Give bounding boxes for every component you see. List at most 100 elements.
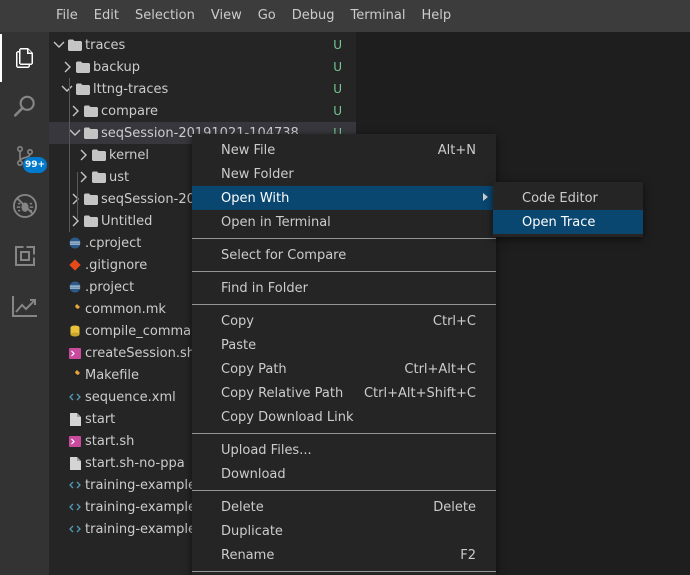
xml-code-icon bbox=[67, 474, 83, 496]
menu-item-label: Paste bbox=[221, 337, 257, 353]
menu-item-shortcut: Ctrl+C bbox=[432, 313, 476, 329]
menu-item-download[interactable]: Download bbox=[192, 462, 496, 486]
menu-item-label: Open Trace bbox=[522, 214, 596, 230]
menu-item-label: Upload Files... bbox=[221, 442, 312, 458]
menu-debug[interactable]: Debug bbox=[284, 0, 343, 32]
menu-separator bbox=[192, 271, 496, 272]
tree-item-label: start bbox=[85, 411, 116, 427]
menu-item-new-file[interactable]: New File Alt+N bbox=[192, 138, 496, 162]
indent-guide bbox=[77, 172, 78, 220]
debug-button[interactable] bbox=[0, 182, 49, 230]
chevron-right-icon[interactable] bbox=[59, 56, 75, 78]
menu-item-paste[interactable]: Paste bbox=[192, 333, 496, 357]
menu-item-rename[interactable]: Rename F2 bbox=[192, 543, 496, 567]
extensions-button[interactable] bbox=[0, 232, 49, 280]
context-menu: New File Alt+N New Folder Open With Open in … bbox=[192, 134, 496, 575]
menu-item-copy-relative-path[interactable]: Copy Relative Path Ctrl+Alt+Shift+C bbox=[192, 381, 496, 405]
folder-icon bbox=[83, 122, 99, 144]
tree-folder-compare[interactable]: compare U bbox=[49, 100, 356, 122]
submenu-item-open-trace[interactable]: Open Trace bbox=[493, 210, 643, 234]
tree-item-label: common.mk bbox=[85, 301, 166, 317]
chart-icon bbox=[11, 296, 37, 317]
folder-icon bbox=[83, 188, 99, 210]
tree-item-label: .project bbox=[85, 279, 135, 295]
tree-item-label: ust bbox=[109, 169, 130, 185]
menu-item-copy-path[interactable]: Copy Path Ctrl+Alt+C bbox=[192, 357, 496, 381]
menu-item-upload-files[interactable]: Upload Files... bbox=[192, 438, 496, 462]
menu-item-select-for-compare[interactable]: Select for Compare bbox=[192, 243, 496, 267]
menu-item-label: Copy Relative Path bbox=[221, 385, 344, 401]
search-icon bbox=[13, 95, 35, 117]
makefile-icon bbox=[67, 298, 83, 320]
menu-item-label: Code Editor bbox=[522, 190, 598, 206]
source-control-button[interactable]: 99+ bbox=[0, 132, 49, 180]
folder-icon bbox=[67, 34, 83, 56]
menu-item-label: Select for Compare bbox=[221, 247, 347, 263]
git-status-untracked: U bbox=[333, 60, 342, 74]
tree-item-label: kernel bbox=[109, 147, 150, 163]
menu-item-label: Rename bbox=[221, 547, 275, 563]
folder-icon bbox=[83, 210, 99, 232]
menu-item-copy-download-link[interactable]: Copy Download Link bbox=[192, 405, 496, 429]
chevron-down-icon[interactable] bbox=[51, 34, 67, 56]
search-button[interactable] bbox=[0, 82, 49, 130]
tree-item-label: Makefile bbox=[85, 367, 140, 383]
explorer-button[interactable] bbox=[0, 34, 49, 82]
menu-item-find-in-folder[interactable]: Find in Folder bbox=[192, 276, 496, 300]
tree-item-label: .gitignore bbox=[85, 257, 148, 273]
menu-go[interactable]: Go bbox=[250, 0, 284, 32]
menu-item-open-in-terminal[interactable]: Open in Terminal bbox=[192, 210, 496, 234]
folder-icon bbox=[83, 100, 99, 122]
menu-separator bbox=[192, 304, 496, 305]
tree-item-label: compare bbox=[101, 103, 159, 119]
xml-code-icon bbox=[67, 386, 83, 408]
menu-item-label: Duplicate bbox=[221, 523, 283, 539]
submenu-arrow-icon bbox=[483, 193, 488, 201]
tree-item-label: compile_command bbox=[85, 323, 208, 339]
shell-script-icon bbox=[67, 430, 83, 452]
tree-item-label: training-example-p bbox=[85, 499, 209, 515]
menu-file[interactable]: File bbox=[48, 0, 86, 32]
menu-view[interactable]: View bbox=[203, 0, 250, 32]
extensions-icon bbox=[14, 245, 35, 266]
menu-item-duplicate[interactable]: Duplicate bbox=[192, 519, 496, 543]
menu-item-label: Copy Download Link bbox=[221, 409, 354, 425]
tree-folder-backup[interactable]: backup U bbox=[49, 56, 356, 78]
menu-item-shortcut: Alt+N bbox=[437, 142, 476, 158]
menu-terminal[interactable]: Terminal bbox=[343, 0, 414, 32]
folder-icon bbox=[91, 144, 107, 166]
trace-viewer-button[interactable] bbox=[0, 282, 49, 330]
open-with-submenu: Code Editor Open Trace bbox=[493, 182, 643, 237]
indent-guide bbox=[69, 78, 70, 232]
chevron-right-icon[interactable] bbox=[75, 144, 91, 166]
menu-help[interactable]: Help bbox=[413, 0, 459, 32]
tree-item-label: start.sh bbox=[85, 433, 135, 449]
git-icon bbox=[67, 254, 83, 276]
menu-item-delete[interactable]: Delete Delete bbox=[192, 495, 496, 519]
menu-item-label: Delete bbox=[221, 499, 264, 515]
tree-folder-traces[interactable]: traces U bbox=[49, 34, 356, 56]
tree-item-label: createSession.sh bbox=[85, 345, 196, 361]
file-icon bbox=[67, 408, 83, 430]
tree-folder-lttng-traces[interactable]: lttng-traces U bbox=[49, 78, 356, 100]
chevron-down-icon[interactable] bbox=[59, 78, 75, 100]
submenu-item-code-editor[interactable]: Code Editor bbox=[493, 186, 643, 210]
xml-code-icon bbox=[67, 496, 83, 518]
menu-separator bbox=[192, 490, 496, 491]
menu-item-new-folder[interactable]: New Folder bbox=[192, 162, 496, 186]
xml-code-icon bbox=[67, 518, 83, 540]
shell-script-icon bbox=[67, 342, 83, 364]
tree-item-label: backup bbox=[93, 59, 140, 75]
database-icon bbox=[67, 320, 83, 342]
git-status-untracked: U bbox=[333, 38, 342, 52]
menu-edit[interactable]: Edit bbox=[86, 0, 127, 32]
no-bug-icon bbox=[12, 193, 37, 219]
tree-item-label: Untitled bbox=[101, 213, 153, 229]
git-status-untracked: U bbox=[333, 104, 342, 118]
menu-item-open-with[interactable]: Open With bbox=[192, 186, 496, 210]
menu-selection[interactable]: Selection bbox=[127, 0, 203, 32]
makefile-icon bbox=[67, 364, 83, 386]
menu-item-copy[interactable]: Copy Ctrl+C bbox=[192, 309, 496, 333]
tree-item-label: start.sh-no-ppa bbox=[85, 455, 185, 471]
source-control-badge: 99+ bbox=[23, 157, 48, 173]
